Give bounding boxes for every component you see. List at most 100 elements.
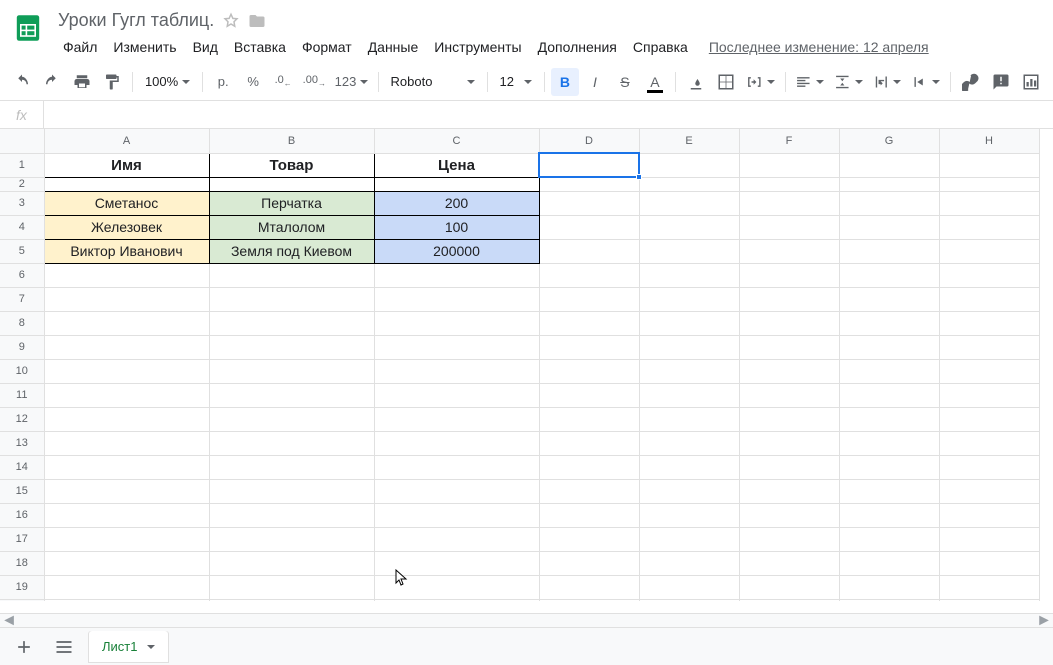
cell[interactable] [209, 383, 374, 407]
cell[interactable] [739, 263, 839, 287]
row-header-13[interactable]: 13 [0, 431, 44, 455]
cell[interactable] [839, 575, 939, 599]
cell-h1[interactable] [939, 153, 1039, 177]
print-button[interactable] [68, 68, 96, 96]
cell[interactable] [939, 311, 1039, 335]
cell[interactable] [209, 431, 374, 455]
cell-a4[interactable]: Железовек [44, 215, 209, 239]
zoom-select[interactable]: 100% [139, 69, 196, 95]
cell[interactable] [44, 599, 209, 601]
cell[interactable] [739, 575, 839, 599]
cell-e2[interactable] [639, 177, 739, 191]
row-header-16[interactable]: 16 [0, 503, 44, 527]
menu-view[interactable]: Вид [186, 35, 225, 59]
row-header-17[interactable]: 17 [0, 527, 44, 551]
cell[interactable] [839, 335, 939, 359]
menu-addons[interactable]: Дополнения [531, 35, 624, 59]
cell-a2[interactable] [44, 177, 209, 191]
row-header-2[interactable]: 2 [0, 177, 44, 191]
cell[interactable] [209, 263, 374, 287]
cell[interactable] [939, 575, 1039, 599]
cell[interactable] [939, 359, 1039, 383]
cell[interactable] [839, 431, 939, 455]
cell[interactable] [44, 431, 209, 455]
horizontal-scrollbar[interactable]: ◄ ► [0, 613, 1053, 627]
row-header-11[interactable]: 11 [0, 383, 44, 407]
cell[interactable] [839, 479, 939, 503]
cell[interactable] [739, 479, 839, 503]
cell-a3[interactable]: Сметанос [44, 191, 209, 215]
cell[interactable] [44, 503, 209, 527]
cell[interactable] [739, 383, 839, 407]
cell[interactable] [639, 455, 739, 479]
cell-e5[interactable] [639, 239, 739, 263]
rotate-button[interactable] [907, 68, 944, 96]
cell[interactable] [739, 287, 839, 311]
cell[interactable] [839, 359, 939, 383]
strike-button[interactable]: S [611, 68, 639, 96]
sheet-tab-1[interactable]: Лист1 [88, 631, 169, 663]
cell-f5[interactable] [739, 239, 839, 263]
cell[interactable] [739, 503, 839, 527]
cell[interactable] [939, 287, 1039, 311]
cell[interactable] [639, 287, 739, 311]
cell[interactable] [374, 311, 539, 335]
cell-a1[interactable]: Имя [44, 153, 209, 177]
cell-g2[interactable] [839, 177, 939, 191]
cell-c5[interactable]: 200000 [374, 239, 539, 263]
cell[interactable] [939, 455, 1039, 479]
cell[interactable] [939, 383, 1039, 407]
cell-h2[interactable] [939, 177, 1039, 191]
cell[interactable] [209, 575, 374, 599]
cell[interactable] [939, 431, 1039, 455]
cell[interactable] [839, 551, 939, 575]
currency-button[interactable]: р. [209, 68, 237, 96]
cell[interactable] [209, 551, 374, 575]
cell[interactable] [939, 551, 1039, 575]
cell-c4[interactable]: 100 [374, 215, 539, 239]
cell[interactable] [839, 503, 939, 527]
cell[interactable] [639, 503, 739, 527]
cell-b4[interactable]: Мталолом [209, 215, 374, 239]
cell[interactable] [44, 335, 209, 359]
cell[interactable] [44, 455, 209, 479]
cell[interactable] [374, 263, 539, 287]
cell[interactable] [939, 263, 1039, 287]
cell[interactable] [209, 311, 374, 335]
cell-f3[interactable] [739, 191, 839, 215]
cell-h3[interactable] [939, 191, 1039, 215]
cell[interactable] [639, 479, 739, 503]
cell-c1[interactable]: Цена [374, 153, 539, 177]
cell[interactable] [539, 431, 639, 455]
cell[interactable] [539, 263, 639, 287]
cell[interactable] [639, 527, 739, 551]
cell[interactable] [374, 335, 539, 359]
cell[interactable] [939, 527, 1039, 551]
cell[interactable] [209, 407, 374, 431]
cell[interactable] [939, 599, 1039, 601]
row-header-9[interactable]: 9 [0, 335, 44, 359]
cell[interactable] [939, 503, 1039, 527]
cell[interactable] [739, 455, 839, 479]
borders-button[interactable] [712, 68, 740, 96]
cell[interactable] [44, 527, 209, 551]
cell-h4[interactable] [939, 215, 1039, 239]
cell[interactable] [639, 335, 739, 359]
cell[interactable] [639, 599, 739, 601]
row-header-20[interactable]: 20 [0, 599, 44, 601]
cell[interactable] [639, 407, 739, 431]
cell[interactable] [209, 599, 374, 601]
cell-d2[interactable] [539, 177, 639, 191]
percent-button[interactable]: % [239, 68, 267, 96]
cell-a5[interactable]: Виктор Иванович [44, 239, 209, 263]
cell[interactable] [539, 599, 639, 601]
row-header-1[interactable]: 1 [0, 153, 44, 177]
cell-g5[interactable] [839, 239, 939, 263]
menu-edit[interactable]: Изменить [106, 35, 183, 59]
cell[interactable] [539, 287, 639, 311]
cell[interactable] [739, 551, 839, 575]
cell[interactable] [839, 455, 939, 479]
col-header-h[interactable]: H [939, 129, 1039, 153]
row-header-14[interactable]: 14 [0, 455, 44, 479]
cell[interactable] [374, 431, 539, 455]
